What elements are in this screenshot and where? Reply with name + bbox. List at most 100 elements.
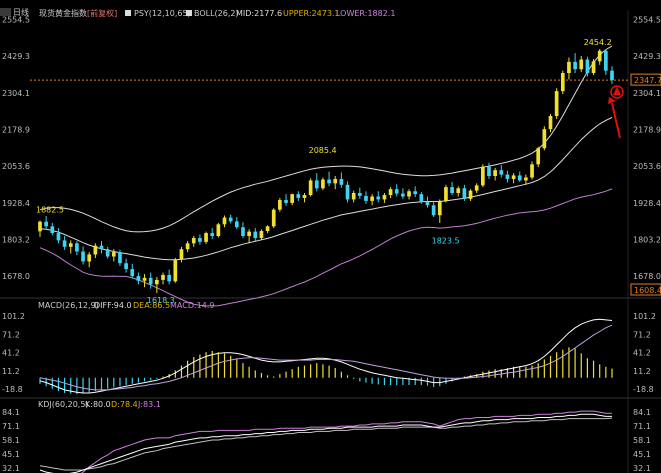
candle-body <box>425 201 430 206</box>
candle-body <box>364 195 368 201</box>
kdj-tick-left-2: 58.1 <box>2 436 20 445</box>
candle-body <box>265 226 270 232</box>
kdj-title[interactable]: KDJ(60,20,5) <box>38 400 89 409</box>
candle-body <box>567 61 571 74</box>
boll-upper-value: UPPER:2473.1 <box>283 9 340 18</box>
symbol-label: 现货黄金指数 <box>39 8 87 18</box>
kdj-tick-right-3: 45.1 <box>633 450 651 459</box>
price-tick-left-3: 2178.9 <box>2 126 30 135</box>
candle-body <box>167 274 172 282</box>
candle-body <box>68 243 73 247</box>
macd-tick-right-1: 71.2 <box>633 330 651 339</box>
candle-body <box>50 226 55 234</box>
candle-body <box>573 61 577 70</box>
candle-body <box>585 59 590 74</box>
macd-diff-value: DIFF:94.0 <box>94 301 132 310</box>
macd-value: MACD:14.9 <box>170 301 215 310</box>
candle-body <box>271 209 276 227</box>
macd-tick-left-4: -18.8 <box>2 385 23 394</box>
kdj-tick-right-0: 84.1 <box>633 408 651 417</box>
macd-tick-right-3: 11.2 <box>633 367 651 376</box>
kdj-d-value: D:78.4 <box>111 400 138 409</box>
price-tick-left-5: 1928.4 <box>2 199 30 208</box>
trough-annotation-1: 1823.5 <box>432 237 460 246</box>
macd-tick-right-0: 101.2 <box>633 312 656 321</box>
candle-body <box>480 166 485 186</box>
candle-body <box>511 175 516 179</box>
candle-body <box>591 61 596 74</box>
candle-body <box>247 231 251 237</box>
candle-body <box>38 221 42 232</box>
candle-body <box>357 192 362 196</box>
peak-annotation-1: 1882.5 <box>36 205 64 214</box>
candle-body <box>290 194 295 203</box>
macd-title[interactable]: MACD(26,12,9) <box>38 301 99 310</box>
kdj-tick-left-1: 71.1 <box>2 422 20 431</box>
candle-body <box>530 164 534 178</box>
candle-body <box>499 170 504 175</box>
kdj-j-value: J:83.1 <box>137 400 161 409</box>
candle-body <box>296 194 301 198</box>
macd-tick-left-1: 71.2 <box>2 330 20 339</box>
candle-body <box>524 177 528 181</box>
candle-body <box>610 70 614 81</box>
candle-body <box>431 205 436 216</box>
candle-body <box>444 187 448 201</box>
candle-body <box>333 178 338 184</box>
kdj-tick-left-3: 45.1 <box>2 450 20 459</box>
price-tick-right-7: 1678.0 <box>633 272 661 281</box>
macd-tick-left-2: 41.2 <box>2 349 20 358</box>
candle-body <box>210 233 215 237</box>
candle-body <box>228 217 233 222</box>
candle-body <box>437 200 442 216</box>
kdj-tick-left-0: 84.1 <box>2 408 20 417</box>
price-tick-right-1: 2429.3 <box>633 52 661 61</box>
macd-tick-left-0: 101.2 <box>2 312 25 321</box>
candle-body <box>308 180 313 196</box>
candle-body <box>179 249 184 260</box>
price-tick-left-7: 1678.0 <box>2 272 30 281</box>
candle-body <box>216 224 221 237</box>
psy-indicator-icon[interactable] <box>125 10 131 16</box>
chart-stage: 日线 现货黄金指数 [前复权] PSY(12,10,65) BOLL(26,2)… <box>0 0 661 473</box>
boll-mid-value: MID:2177.6 <box>236 9 282 18</box>
candle-body <box>191 238 196 244</box>
price-tick-left-1: 2429.3 <box>2 52 30 61</box>
candle-body <box>548 116 553 130</box>
candle-body <box>456 188 461 193</box>
adjust-label[interactable]: [前复权] <box>87 8 117 18</box>
candle-body <box>62 240 67 247</box>
price-tick-right-3: 2178.9 <box>633 126 661 135</box>
candle-body <box>351 192 356 200</box>
boll-indicator-icon[interactable] <box>186 10 192 16</box>
boll-label[interactable]: BOLL(26,2) <box>194 9 239 18</box>
candle-body <box>597 50 602 62</box>
candle-body <box>155 279 159 285</box>
candle-body <box>198 238 202 242</box>
candle-body <box>536 148 541 165</box>
candle-body <box>56 233 61 241</box>
price-tick-left-6: 1803.2 <box>2 235 30 244</box>
kdj-tick-left-4: 32.1 <box>2 464 20 473</box>
candle-body <box>419 194 424 202</box>
kdj-tick-right-2: 58.1 <box>633 436 651 445</box>
candle-body <box>284 200 288 203</box>
candle-body <box>382 195 387 200</box>
candle-body <box>302 195 307 198</box>
candle-body <box>407 191 411 197</box>
kdj-k-value: K:80.0 <box>85 400 111 409</box>
peak-annotation-2: 2085.4 <box>309 146 337 155</box>
candle-body <box>185 243 190 250</box>
macd-dea-value: DEA:86.5 <box>133 301 170 310</box>
lower-band-value: 1608.4 <box>634 286 661 295</box>
candle-body <box>487 166 491 177</box>
candle-body <box>413 191 418 195</box>
candle-body <box>204 233 208 242</box>
psy-label[interactable]: PSY(12,10,65) <box>134 9 191 18</box>
macd-tick-left-3: 11.2 <box>2 367 20 376</box>
candle-body <box>493 170 497 177</box>
candle-body <box>136 276 141 281</box>
macd-panel-header: MACD(26,12,9) DIFF:94.0 DEA:86.5 MACD:14… <box>38 301 215 310</box>
candle-body <box>345 184 350 200</box>
current-price-value: 2347.7 <box>634 76 661 85</box>
